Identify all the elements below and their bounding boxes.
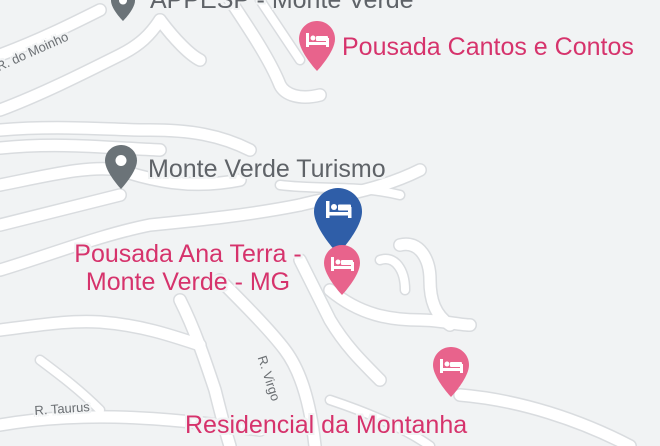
hotel-label-ana-terra[interactable]: Pousada Ana Terra - Monte Verde - MG <box>56 240 320 296</box>
hotel-pin-residencial[interactable] <box>432 346 470 398</box>
place-label-appesp[interactable]: APPESP - Monte Verde <box>150 0 414 14</box>
location-pin-icon[interactable] <box>110 0 136 22</box>
hotel-pin-ana-terra[interactable] <box>323 244 361 296</box>
hotel-label-ana-terra-line2: Monte Verde - MG <box>85 268 291 296</box>
hotel-label-cantos[interactable]: Pousada Cantos e Contos <box>342 33 634 61</box>
place-label-monte-verde-turismo[interactable]: Monte Verde Turismo <box>148 155 386 183</box>
hotel-pin-cantos[interactable] <box>298 20 336 72</box>
hotel-label-ana-terra-line1: Pousada Ana Terra - <box>74 240 302 268</box>
hotel-label-residencial[interactable]: Residencial da Montanha <box>185 411 467 439</box>
map-canvas[interactable]: APPESP - Monte Verde Pousada Cantos e Co… <box>0 0 660 446</box>
location-pin-icon[interactable] <box>104 144 138 190</box>
